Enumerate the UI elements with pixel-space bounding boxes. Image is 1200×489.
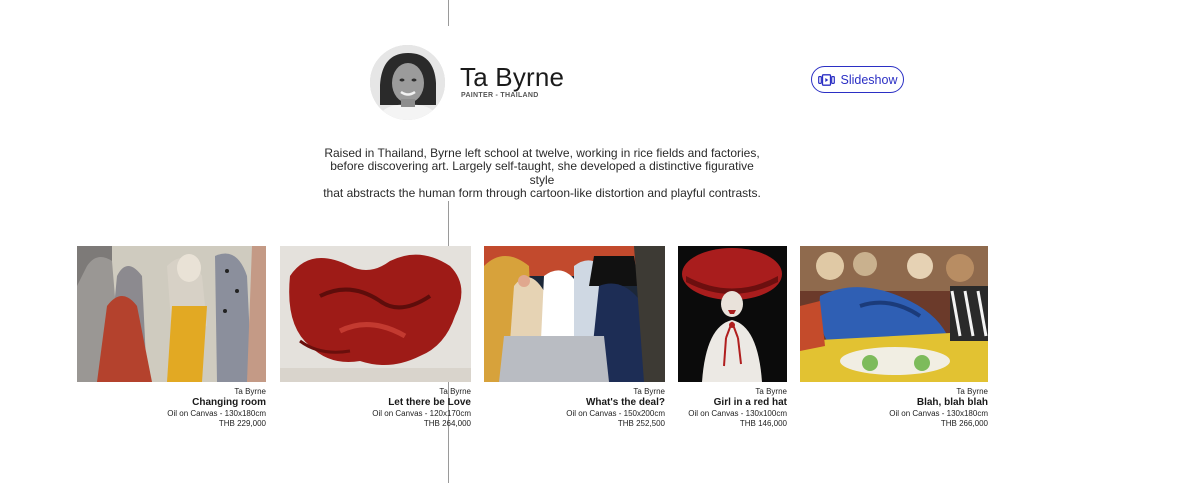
artwork-price: THB 264,000 <box>423 419 471 428</box>
artwork-card[interactable]: Ta Byrne Girl in a red hat Oil on Canvas… <box>678 246 787 429</box>
artwork-artist: Ta Byrne <box>234 387 266 396</box>
artwork-image-changing-room[interactable] <box>77 246 266 382</box>
artwork-image-whats-the-deal[interactable] <box>484 246 665 382</box>
divider-line-middle <box>448 201 449 247</box>
artwork-title[interactable]: Changing room <box>77 397 266 409</box>
artwork-card[interactable]: Ta Byrne What's the deal? Oil on Canvas … <box>484 246 665 429</box>
artwork-card[interactable]: Ta Byrne Changing room Oil on Canvas - 1… <box>77 246 266 429</box>
slideshow-label: Slideshow <box>840 72 898 87</box>
bio-line-2: before discovering art. Largely self-tau… <box>330 159 754 187</box>
artwork-title[interactable]: Let there be Love <box>280 397 471 409</box>
artwork-medium: Oil on Canvas - 130x100cm <box>688 409 787 418</box>
artwork-medium: Oil on Canvas - 120x170cm <box>372 409 471 418</box>
artwork-title[interactable]: What's the deal? <box>484 397 665 409</box>
artwork-medium: Oil on Canvas - 130x180cm <box>889 409 988 418</box>
artist-avatar <box>370 45 445 120</box>
artwork-artist: Ta Byrne <box>633 387 665 396</box>
artist-page: Ta Byrne PAINTER - THAILAND Slideshow Ra… <box>0 0 1200 489</box>
artwork-artist: Ta Byrne <box>439 387 471 396</box>
artwork-caption: Ta Byrne Changing room Oil on Canvas - 1… <box>77 387 266 429</box>
artwork-price: THB 229,000 <box>218 419 266 428</box>
artwork-medium: Oil on Canvas - 150x200cm <box>566 409 665 418</box>
slideshow-button[interactable]: Slideshow <box>811 66 904 93</box>
artwork-medium: Oil on Canvas - 130x180cm <box>167 409 266 418</box>
bio-line-3: that abstracts the human form through ca… <box>323 185 761 200</box>
artwork-title[interactable]: Blah, blah blah <box>800 397 988 409</box>
artwork-artist: Ta Byrne <box>956 387 988 396</box>
artwork-caption: Ta Byrne Let there be Love Oil on Canvas… <box>280 387 471 429</box>
artwork-price: THB 266,000 <box>940 419 988 428</box>
artwork-image-blah-blah-blah[interactable] <box>800 246 988 382</box>
artwork-card[interactable]: Ta Byrne Blah, blah blah Oil on Canvas -… <box>800 246 988 429</box>
artwork-artist: Ta Byrne <box>755 387 787 396</box>
artist-subtitle: PAINTER - THAILAND <box>461 92 539 99</box>
artwork-price: THB 252,500 <box>617 419 665 428</box>
artwork-card[interactable]: Ta Byrne Let there be Love Oil on Canvas… <box>280 246 471 429</box>
artwork-caption: Ta Byrne What's the deal? Oil on Canvas … <box>484 387 665 429</box>
artist-name: Ta Byrne <box>460 62 565 92</box>
artwork-image-girl-in-a-red-hat[interactable] <box>678 246 787 382</box>
artwork-title[interactable]: Girl in a red hat <box>678 397 787 409</box>
artwork-caption: Ta Byrne Blah, blah blah Oil on Canvas -… <box>800 387 988 429</box>
artist-bio: Raised in Thailand, Byrne left school at… <box>320 146 764 200</box>
artwork-price: THB 146,000 <box>739 419 787 428</box>
artwork-caption: Ta Byrne Girl in a red hat Oil on Canvas… <box>678 387 787 429</box>
bio-line-1: Raised in Thailand, Byrne left school at… <box>324 146 760 160</box>
slideshow-icon <box>817 73 835 86</box>
artist-portrait-icon <box>370 45 445 120</box>
divider-line-top <box>448 0 449 26</box>
artwork-image-let-there-be-love[interactable] <box>280 246 471 382</box>
